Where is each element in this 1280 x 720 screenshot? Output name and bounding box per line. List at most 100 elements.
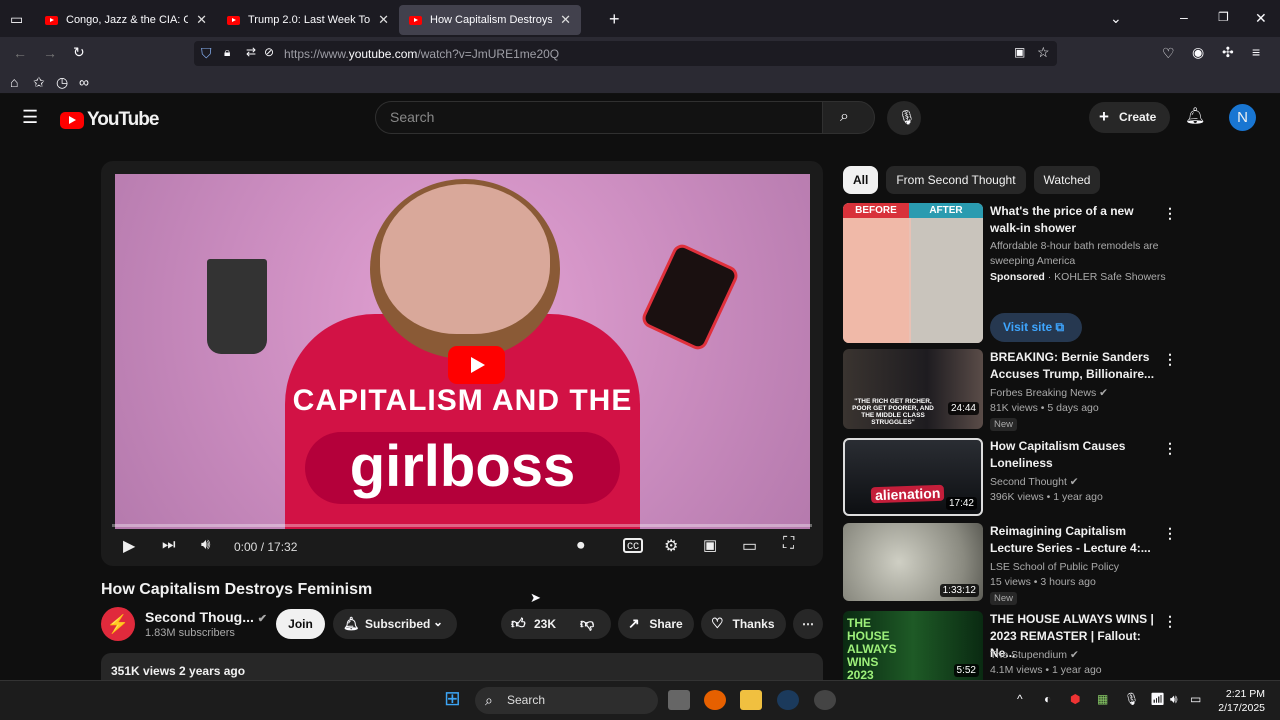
miniplayer-icon[interactable]: ▣ bbox=[703, 536, 717, 554]
more-options-icon[interactable]: ⋮ bbox=[1163, 440, 1177, 457]
subscribed-button[interactable]: 🔔︎ Subscribed ⌄ bbox=[333, 609, 457, 639]
taskbar-clock[interactable]: 2:21 PM 2/17/2025 bbox=[1215, 687, 1265, 715]
more-options-icon[interactable]: ⋮ bbox=[1163, 525, 1177, 542]
channel-name[interactable]: The Stupendium ✔ bbox=[990, 648, 1079, 663]
minimize-icon[interactable]: – bbox=[1180, 10, 1188, 24]
recommendation-item[interactable]: alienation 17:42 How Capitalism Causes L… bbox=[843, 438, 1183, 516]
recommendation-thumbnail[interactable]: 1:33:12 bbox=[843, 523, 983, 601]
sponsored-card[interactable]: BEFORE AFTER What's the price of a new w… bbox=[843, 203, 1183, 343]
battery-icon[interactable]: ▭ bbox=[1190, 693, 1201, 705]
autoplay-toggle[interactable]: ⏺︎ bbox=[577, 537, 585, 554]
notifications-bell-icon[interactable]: 🔔︎ bbox=[1185, 109, 1205, 125]
chip-all[interactable]: All bbox=[843, 166, 879, 194]
back-icon[interactable]: ← bbox=[13, 46, 27, 60]
channel-name[interactable]: Second Thought ✔ bbox=[990, 475, 1079, 490]
recommendation-item[interactable]: 1:33:12 Reimagining Capitalism Lecture S… bbox=[843, 523, 1183, 605]
lock-icon[interactable]: 🔒︎ bbox=[224, 46, 230, 58]
recommendation-thumbnail[interactable]: alienation 17:42 bbox=[843, 438, 983, 516]
hamburger-menu-icon[interactable]: ☰ bbox=[22, 108, 38, 126]
show-hidden-icons-icon[interactable]: ^ bbox=[1017, 693, 1023, 705]
next-icon[interactable]: ⏭︎ bbox=[162, 536, 176, 553]
like-count[interactable]: 23K bbox=[534, 609, 556, 639]
tab-overview-icon[interactable]: ▭ bbox=[10, 12, 23, 26]
camera-blocked-icon[interactable]: ⊘ bbox=[264, 46, 274, 58]
theater-mode-icon[interactable]: ▭ bbox=[742, 536, 757, 556]
task-view-icon[interactable] bbox=[668, 690, 690, 710]
recommendation-thumbnail[interactable]: THE HOUSE ALWAYS WINS 2023 REMASTER 5:52 bbox=[843, 611, 983, 680]
new-tab-button[interactable]: + bbox=[609, 10, 620, 28]
file-explorer-icon[interactable] bbox=[740, 690, 762, 710]
create-button[interactable]: + Create bbox=[1089, 102, 1170, 133]
channel-name[interactable]: Forbes Breaking News ✔ bbox=[990, 386, 1108, 401]
more-options-icon[interactable]: ⋮ bbox=[1163, 351, 1177, 368]
close-tab-icon[interactable]: ✕ bbox=[378, 12, 389, 28]
close-tab-icon[interactable]: ✕ bbox=[196, 12, 207, 28]
recommendation-title[interactable]: BREAKING: Bernie Sanders Accuses Trump, … bbox=[990, 349, 1160, 383]
account-icon[interactable]: ◉ bbox=[1192, 45, 1204, 59]
taskbar-search[interactable]: ⌕ Search bbox=[475, 687, 658, 714]
channel-name[interactable]: LSE School of Public Policy bbox=[990, 560, 1119, 575]
tray-app-icon[interactable]: ◐ bbox=[1044, 693, 1051, 705]
youtube-logo[interactable]: YouTube bbox=[60, 109, 159, 131]
wifi-icon[interactable]: 📶︎ bbox=[1150, 693, 1165, 705]
tray-shield-icon[interactable]: ⬢ bbox=[1070, 693, 1080, 705]
private-mask-icon[interactable]: ∞ bbox=[79, 75, 89, 89]
permissions-icon[interactable]: ⇄ bbox=[246, 46, 256, 58]
more-actions-button[interactable]: ⋯ bbox=[793, 609, 823, 639]
browser-tab-2[interactable]: Trump 2.0: Last Week Tonight w ✕ bbox=[217, 5, 399, 35]
home-icon[interactable]: ⌂ bbox=[10, 75, 18, 89]
firefox-icon[interactable] bbox=[704, 690, 726, 710]
settings-gear-icon[interactable]: ⚙ bbox=[664, 536, 678, 556]
more-options-icon[interactable]: ⋮ bbox=[1163, 205, 1177, 222]
start-windows-icon[interactable]: ⊞ bbox=[444, 689, 461, 709]
address-bar[interactable]: ⛉ 🔒︎ ⇄ ⊘ https://www. youtube.com/watch?v… bbox=[194, 41, 1057, 66]
browser-tab-3-active[interactable]: How Capitalism Destroys Femin ✕ bbox=[399, 5, 581, 35]
chip-watched[interactable]: Watched bbox=[1033, 166, 1101, 194]
close-tab-icon[interactable]: ✕ bbox=[560, 12, 571, 28]
like-icon[interactable]: 👍︎ bbox=[511, 616, 526, 630]
channel-name[interactable]: Second Thoug... ✔ bbox=[145, 609, 267, 625]
recommendation-title[interactable]: Reimagining Capitalism Lecture Series - … bbox=[990, 523, 1160, 557]
progress-bar[interactable] bbox=[112, 524, 812, 527]
voice-search-button[interactable]: 🎙︎ bbox=[887, 101, 921, 135]
play-overlay-icon[interactable] bbox=[448, 346, 505, 384]
history-icon[interactable]: ◷ bbox=[56, 75, 68, 89]
share-button[interactable]: ↗ Share bbox=[618, 609, 694, 639]
menu-icon[interactable]: ≡ bbox=[1252, 45, 1260, 59]
app-icon[interactable] bbox=[814, 690, 836, 710]
search-input[interactable]: Search bbox=[375, 101, 823, 134]
dislike-icon[interactable]: 👎︎ bbox=[580, 616, 594, 630]
recommendation-item[interactable]: "THE RICH GET RICHER, POOR GET POORER, A… bbox=[843, 349, 1183, 431]
tray-app2-icon[interactable]: ▦ bbox=[1097, 693, 1108, 705]
tracking-shield-icon[interactable]: ⛉ bbox=[201, 46, 212, 60]
join-button[interactable]: Join bbox=[276, 609, 325, 639]
forward-icon[interactable]: → bbox=[43, 46, 57, 60]
bookmark-star-icon[interactable]: ☆ bbox=[1037, 45, 1050, 59]
recommendation-item[interactable]: THE HOUSE ALWAYS WINS 2023 REMASTER 5:52… bbox=[843, 611, 1183, 680]
steam-icon[interactable] bbox=[777, 690, 799, 710]
play-icon[interactable]: ▶ bbox=[123, 536, 135, 556]
reader-view-icon[interactable]: ▣ bbox=[1014, 46, 1025, 58]
chip-from-second-thought[interactable]: From Second Thought bbox=[886, 166, 1026, 194]
thanks-button[interactable]: ♡ Thanks bbox=[701, 609, 786, 639]
maximize-icon[interactable]: ❐ bbox=[1218, 11, 1229, 23]
recommendation-thumbnail[interactable]: "THE RICH GET RICHER, POOR GET POORER, A… bbox=[843, 349, 983, 429]
tray-mic-icon[interactable]: 🎙︎ bbox=[1124, 693, 1139, 705]
captions-icon[interactable]: cc bbox=[623, 538, 643, 553]
ad-thumbnail[interactable]: BEFORE AFTER bbox=[843, 203, 983, 343]
extensions-icon[interactable]: ✣ bbox=[1222, 45, 1234, 59]
more-options-icon[interactable]: ⋮ bbox=[1163, 613, 1177, 630]
video-player[interactable]: CAPITALISM AND THE girlboss ▶ ⏭︎ 🔊︎ 0:00… bbox=[101, 161, 823, 566]
list-tabs-icon[interactable]: ⌄ bbox=[1110, 11, 1122, 25]
pocket-icon[interactable]: ♡ bbox=[1162, 46, 1175, 60]
avatar[interactable]: N bbox=[1229, 104, 1256, 131]
speaker-icon[interactable]: 🔊︎ bbox=[1170, 693, 1178, 705]
visit-site-button[interactable]: Visit site ⧉ bbox=[990, 313, 1082, 342]
fullscreen-icon[interactable]: ⛶ bbox=[783, 535, 794, 553]
channel-avatar[interactable]: ⚡ bbox=[101, 607, 135, 641]
volume-icon[interactable]: 🔊︎ bbox=[201, 536, 210, 553]
window-close-icon[interactable]: ✕ bbox=[1255, 11, 1267, 25]
reload-icon[interactable]: ↻ bbox=[73, 45, 85, 59]
search-button[interactable]: ⌕ bbox=[822, 101, 875, 134]
browser-tab-1[interactable]: Congo, Jazz & the CIA: Oscar-N ✕ bbox=[35, 5, 217, 35]
